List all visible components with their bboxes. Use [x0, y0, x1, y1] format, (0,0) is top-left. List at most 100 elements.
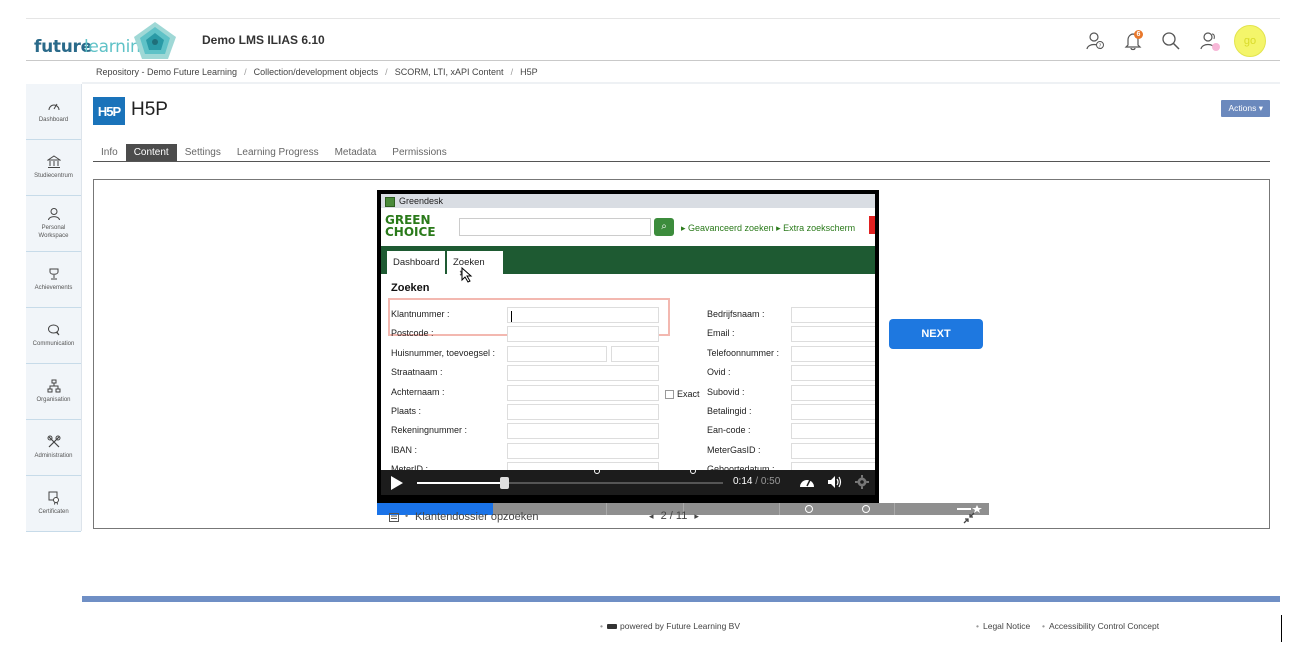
slide-counter: ◂ 2 / 11 ▸ — [649, 510, 699, 522]
video-player[interactable]: Greendesk GREEN CHOICE ⌕ ▸ Geavanceerd z… — [377, 190, 879, 503]
video-form-input — [507, 346, 607, 362]
breadcrumb-item[interactable]: Repository - Demo Future Learning — [96, 67, 237, 77]
next-slide-icon[interactable]: ▸ — [694, 511, 699, 521]
video-form-label: Postcode : — [391, 328, 434, 338]
site-title[interactable]: Demo LMS ILIAS 6.10 — [202, 33, 325, 47]
sidebar-item-label: Organisation — [36, 397, 71, 403]
video-form-input — [791, 462, 875, 470]
slide-separator: / — [669, 510, 673, 522]
page-title: H5P — [131, 99, 168, 120]
time-current: 0:14 — [733, 476, 753, 487]
next-button[interactable]: NEXT — [889, 319, 983, 349]
tab-content[interactable]: Content — [125, 144, 177, 161]
video-tabbar: Dashboard Zoeken ✖ — [381, 246, 875, 278]
user-avatar[interactable]: go — [1234, 25, 1266, 57]
video-form-input — [507, 462, 659, 470]
sidebar-item-label: Dashboard — [38, 117, 69, 123]
video-form-label: IBAN : — [391, 445, 418, 455]
video-form-input — [791, 307, 875, 323]
slide-current: 2 — [660, 510, 667, 522]
video-search-field — [459, 218, 651, 236]
ilias-logo-icon — [606, 624, 617, 630]
settings-gear-icon[interactable] — [855, 475, 869, 489]
sidebar-item-organisation[interactable]: Organisation — [26, 364, 81, 420]
slide-footer: • Klantendossier opzoeken ◂ 2 / 11 ▸ — [377, 510, 989, 531]
mouse-cursor-icon — [461, 267, 473, 283]
volume-icon[interactable] — [827, 475, 843, 489]
chat-icon — [47, 324, 59, 336]
seek-handle[interactable] — [500, 477, 509, 489]
video-tab-zoeken: Zoeken ✖ — [447, 251, 503, 278]
footer-divider — [82, 596, 1280, 602]
site-logo[interactable]: future learning — [34, 21, 184, 61]
sidebar-item-achievements[interactable]: Achievements — [26, 252, 81, 308]
sidebar-item-label: Communication — [32, 341, 75, 347]
video-form-input — [791, 326, 875, 342]
online-users-icon[interactable] — [1190, 23, 1228, 59]
breadcrumb-item[interactable]: H5P — [520, 67, 538, 77]
help-icon[interactable]: ? — [1076, 23, 1114, 59]
slide-total: 11 — [675, 510, 688, 522]
text-cursor — [1281, 615, 1282, 642]
video-screen: Greendesk GREEN CHOICE ⌕ ▸ Geavanceerd z… — [381, 194, 875, 470]
interaction-marker[interactable] — [690, 468, 696, 474]
seek-bar[interactable] — [417, 468, 723, 489]
video-form-label: MeterGasID : — [707, 445, 761, 455]
sidebar-item-label: Studiecentrum — [34, 173, 73, 179]
progress-divider — [606, 503, 607, 515]
tools-icon — [47, 435, 60, 448]
sidebar-item-label: Administration — [34, 453, 73, 459]
video-form-input — [791, 423, 875, 439]
video-form-input — [507, 365, 659, 381]
progress-marker[interactable] — [805, 505, 813, 513]
tab-info[interactable]: Info — [93, 144, 126, 161]
video-section-title: Zoeken — [391, 282, 430, 294]
video-form-label: Bedrijfsnaam : — [707, 309, 765, 319]
video-form-input — [791, 404, 875, 420]
video-form-input — [507, 307, 659, 323]
video-form-label: Ovid : — [707, 367, 731, 377]
sidebar-item-personal-workspace[interactable]: Personal Workspace — [26, 196, 81, 252]
bank-icon — [46, 155, 61, 168]
sidebar-item-studiecentrum[interactable]: Studiecentrum — [26, 140, 81, 196]
video-red-mark — [869, 216, 875, 234]
prev-slide-icon[interactable]: ◂ — [649, 511, 654, 521]
video-search-links: ▸ Geavanceerd zoeken ▸ Extra zoekscherm — [681, 223, 856, 233]
tab-learning-progress[interactable]: Learning Progress — [229, 144, 327, 161]
legal-notice-link[interactable]: • Legal Notice — [976, 621, 1030, 631]
interaction-marker[interactable] — [594, 468, 600, 474]
tab-metadata[interactable]: Metadata — [327, 144, 385, 161]
exact-checkbox: Exact — [665, 389, 700, 400]
video-form-input — [791, 443, 875, 459]
breadcrumb-item[interactable]: SCORM, LTI, xAPI Content — [395, 67, 504, 77]
sidebar-item-administration[interactable]: Administration — [26, 420, 81, 476]
video-search-icon: ⌕ — [654, 218, 674, 236]
bullet-icon: • — [405, 511, 409, 521]
play-icon[interactable] — [391, 476, 403, 490]
video-form-label: Telefoonnummer : — [707, 348, 780, 358]
seek-bar-fill — [417, 482, 503, 484]
accessibility-link[interactable]: • Accessibility Control Concept — [1042, 621, 1159, 631]
video-form-label: Email : — [707, 328, 735, 338]
powered-by[interactable]: • powered by Future Learning BV — [600, 621, 740, 631]
tab-permissions[interactable]: Permissions — [384, 144, 454, 161]
tab-settings[interactable]: Settings — [177, 144, 229, 161]
progress-marker[interactable] — [862, 505, 870, 513]
video-form-label: Plaats : — [391, 406, 422, 416]
progress-divider — [779, 503, 780, 515]
search-icon[interactable] — [1152, 23, 1190, 59]
playback-speed-icon[interactable] — [799, 475, 815, 489]
video-form-label: Ean-code : — [707, 425, 751, 435]
actions-dropdown-button[interactable]: Actions ▾ — [1221, 100, 1270, 117]
video-form-input — [507, 326, 659, 342]
sidebar-item-communication[interactable]: Communication — [26, 308, 81, 364]
slides-menu-icon[interactable] — [389, 513, 401, 523]
video-form-input — [791, 365, 875, 381]
h5p-object-icon: H5P — [93, 97, 125, 125]
sidebar-item-label: Certificaten — [38, 509, 69, 515]
notifications-bell-icon[interactable]: 6 — [1114, 23, 1152, 59]
exit-fullscreen-icon[interactable] — [963, 512, 975, 524]
breadcrumb-item[interactable]: Collection/development objects — [254, 67, 379, 77]
sidebar-item-dashboard[interactable]: Dashboard — [26, 84, 81, 140]
sidebar-item-certificaten[interactable]: Certificaten — [26, 476, 81, 532]
